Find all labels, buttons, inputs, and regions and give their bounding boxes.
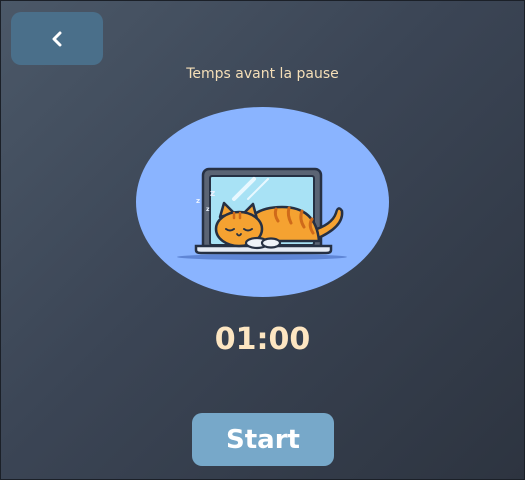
timer-caption: Temps avant la pause — [186, 66, 339, 82]
svg-text:z: z — [206, 206, 210, 213]
back-button[interactable] — [11, 12, 103, 65]
chevron-left-icon — [50, 31, 64, 47]
start-button[interactable]: Start — [192, 413, 334, 466]
timer-display: 01:00 — [214, 322, 311, 357]
svg-text:z: z — [196, 197, 200, 205]
svg-text:z: z — [210, 189, 215, 199]
sleeping-cat-illustration: z z z — [136, 107, 389, 297]
